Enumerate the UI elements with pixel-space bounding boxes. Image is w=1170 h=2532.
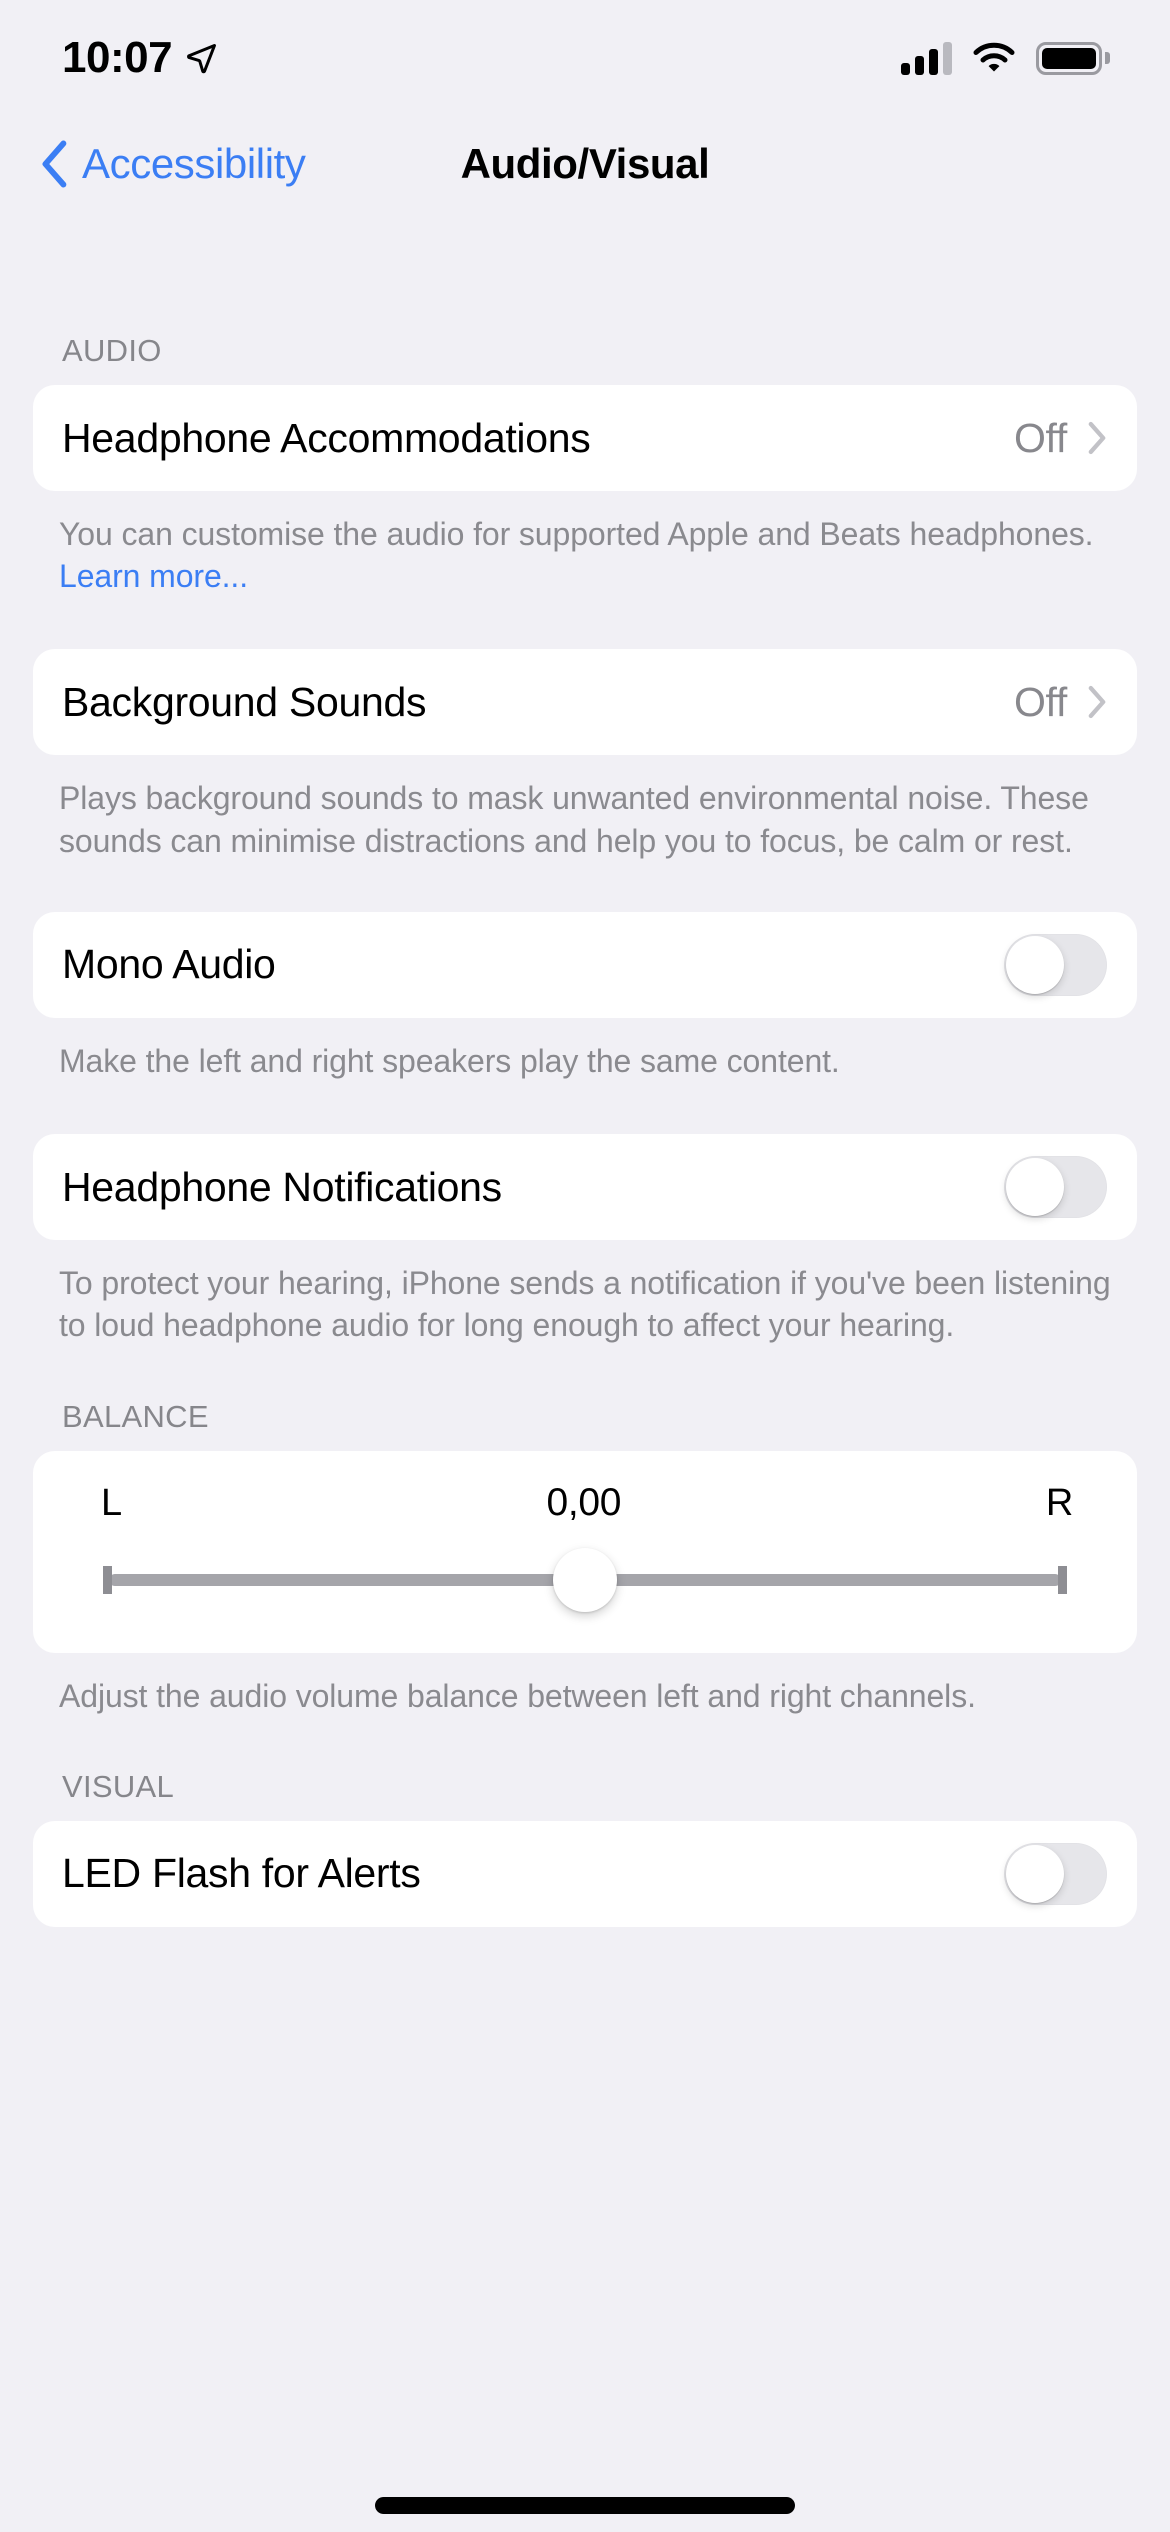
row-value-background-sounds: Off (1013, 678, 1067, 725)
row-label-led-flash-for-alerts: LED Flash for Alerts (62, 1850, 421, 1897)
footer-headphone-notifications: To protect your hearing, iPhone sends a … (59, 1265, 1111, 1344)
status-time-group: 10:07 (62, 27, 218, 83)
row-label-headphone-accommodations: Headphone Accommodations (62, 414, 591, 461)
wifi-icon (973, 42, 1015, 72)
toggle-mono-audio[interactable] (1004, 933, 1107, 996)
card-led-flash: LED Flash for Alerts (33, 1820, 1137, 1927)
slider-tick-right (1058, 1565, 1067, 1594)
slider-tick-left (103, 1565, 112, 1594)
home-indicator[interactable] (375, 2497, 795, 2514)
card-balance: L 0,00 R (33, 1450, 1137, 1653)
footer-mono-audio: Make the left and right speakers play th… (59, 1042, 840, 1079)
battery-full-icon (1036, 41, 1110, 75)
back-button-accessibility[interactable]: Accessibility (40, 140, 306, 188)
toggle-headphone-notifications[interactable] (1004, 1156, 1107, 1219)
back-button-label: Accessibility (82, 140, 306, 187)
footer-headphone-accommodations: You can customise the audio for supporte… (0, 491, 1170, 597)
row-label-background-sounds: Background Sounds (62, 678, 427, 725)
card-headphone-accommodations: Headphone Accommodations Off (33, 385, 1137, 491)
row-background-sounds[interactable]: Background Sounds Off (33, 649, 1137, 755)
footer-background-sounds: Plays background sounds to mask unwanted… (59, 780, 1089, 859)
footer-text-part: You can customise the audio for supporte… (59, 516, 1094, 552)
visual-section-spacer: VISUAL (0, 1717, 1170, 1821)
status-time: 10:07 (62, 33, 173, 82)
status-icons-group (901, 35, 1110, 75)
row-headphone-accommodations[interactable]: Headphone Accommodations Off (33, 385, 1137, 491)
chevron-left-icon (42, 140, 67, 188)
card-mono-audio: Mono Audio (33, 911, 1137, 1018)
location-arrow-icon (187, 44, 216, 74)
chevron-right-icon (1088, 421, 1106, 455)
row-led-flash-for-alerts[interactable]: LED Flash for Alerts (33, 1821, 1137, 1927)
footer-balance: Adjust the audio volume balance between … (59, 1677, 976, 1714)
status-bar: 10:07 (0, 0, 1170, 110)
row-headphone-notifications[interactable]: Headphone Notifications (33, 1134, 1137, 1240)
section-header-visual: VISUAL (62, 1768, 175, 1804)
row-label-mono-audio: Mono Audio (62, 941, 276, 988)
balance-labels: L 0,00 R (63, 1481, 1107, 1525)
slider-knob[interactable] (553, 1547, 617, 1612)
section-header-audio: AUDIO (62, 333, 162, 368)
audio-section-spacer: AUDIO (0, 218, 1170, 385)
balance-slider[interactable] (81, 1543, 1089, 1617)
balance-section-spacer: BALANCE (0, 1347, 1170, 1451)
cellular-signal-icon (901, 41, 952, 75)
row-value-headphone-accommodations: Off (1013, 414, 1067, 461)
row-label-headphone-notifications: Headphone Notifications (62, 1163, 502, 1210)
learn-more-link[interactable]: Learn more... (59, 558, 248, 594)
chevron-right-icon (1088, 686, 1106, 719)
section-header-balance: BALANCE (62, 1398, 209, 1434)
balance-right-label: R (1045, 1481, 1073, 1524)
balance-left-label: L (101, 1481, 122, 1524)
row-mono-audio[interactable]: Mono Audio (33, 912, 1137, 1018)
settings-content: AUDIO Headphone Accommodations Off You c… (0, 218, 1170, 1927)
card-background-sounds: Background Sounds Off (33, 649, 1137, 756)
navigation-bar: Accessibility Audio/Visual (0, 110, 1170, 218)
balance-value: 0,00 (546, 1480, 622, 1524)
card-headphone-notifications: Headphone Notifications (33, 1134, 1137, 1241)
toggle-led-flash-for-alerts[interactable] (1004, 1842, 1107, 1905)
